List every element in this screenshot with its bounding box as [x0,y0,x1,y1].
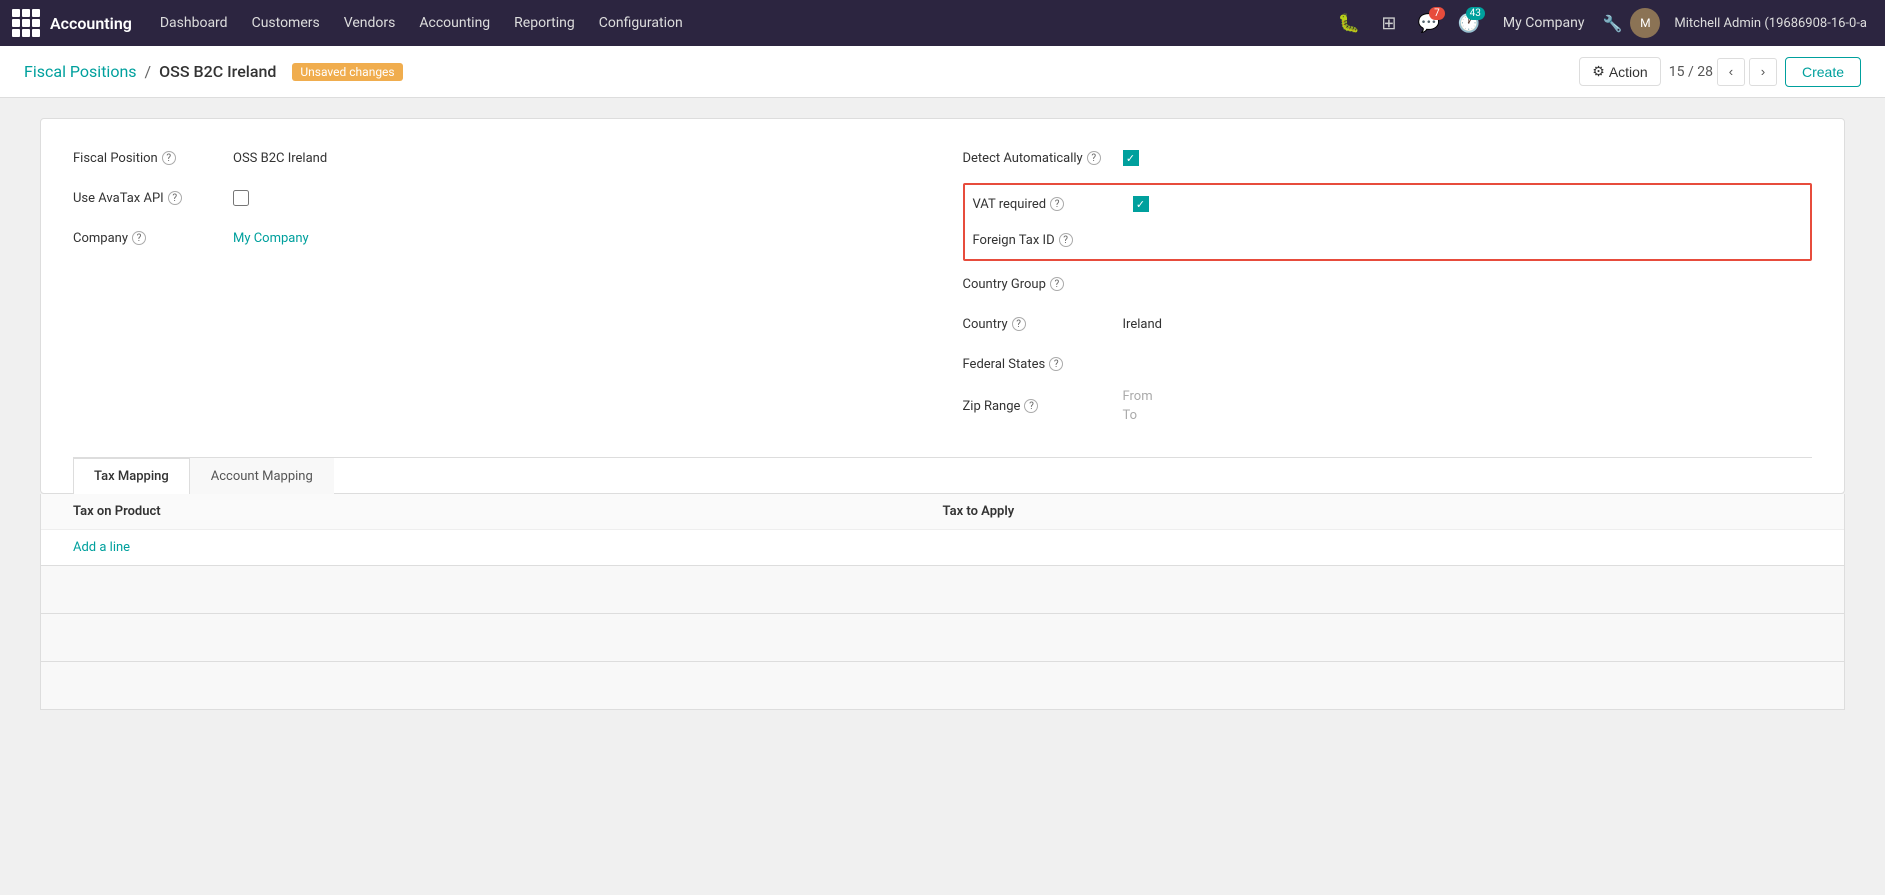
avatax-api-label: Use AvaTax API ? [73,191,233,206]
add-line-button[interactable]: Add a line [41,530,162,565]
gear-icon: ⚙ [1592,63,1605,80]
bottom-section-1 [40,566,1845,614]
detect-automatically-help-icon[interactable]: ? [1087,151,1101,165]
zip-range-label: Zip Range ? [963,399,1123,414]
vat-required-help-icon[interactable]: ? [1050,197,1064,211]
company-selector[interactable]: My Company [1493,15,1595,31]
country-label: Country ? [963,317,1123,332]
country-group-help-icon[interactable]: ? [1050,277,1064,291]
zip-to-value[interactable]: To [1123,408,1153,423]
company-row: Company ? My Company [73,223,923,253]
nav-right-actions: 🐛 ⊞ 💬 7 🕐 43 My Company 🔧 M Mitchell Adm… [1333,7,1873,39]
country-group-row: Country Group ? [963,269,1813,299]
zip-range-fields: From To [1123,389,1153,423]
table-header-tax-on-product: Tax on Product [73,504,943,519]
fiscal-position-row: Fiscal Position ? OSS B2C Ireland [73,143,923,173]
pager-prev-button[interactable]: ‹ [1717,58,1745,86]
nav-reporting[interactable]: Reporting [504,0,585,46]
chat-badge: 7 [1429,7,1445,20]
table-header-tax-to-apply: Tax to Apply [943,504,1813,519]
bug-icon-btn[interactable]: 🐛 [1333,7,1365,39]
breadcrumb-current: OSS B2C Ireland [159,62,276,81]
clock-badge: 43 [1466,7,1485,20]
form-card: Fiscal Position ? OSS B2C Ireland Use Av… [40,118,1845,494]
nav-accounting[interactable]: Accounting [409,0,500,46]
nav-configuration[interactable]: Configuration [589,0,693,46]
action-button[interactable]: ⚙ Action [1579,57,1660,86]
fiscal-position-label: Fiscal Position ? [73,151,233,166]
federal-states-label: Federal States ? [963,357,1123,372]
pager-next-button[interactable]: › [1749,58,1777,86]
vat-required-checkbox[interactable]: ✓ [1133,196,1149,212]
vat-required-row: VAT required ? ✓ [973,189,1803,219]
top-navigation: Accounting Dashboard Customers Vendors A… [0,0,1885,46]
app-name: Accounting [50,14,132,33]
foreign-tax-id-help-icon[interactable]: ? [1059,233,1073,247]
avatax-api-help-icon[interactable]: ? [168,191,182,205]
bottom-section-2 [40,614,1845,662]
country-row: Country ? Ireland [963,309,1813,339]
tab-tax-mapping[interactable]: Tax Mapping [73,458,190,494]
bottom-section-3 [40,662,1845,710]
form-body: Fiscal Position ? OSS B2C Ireland Use Av… [73,143,1812,449]
breadcrumb-separator: / [145,62,152,81]
foreign-tax-id-label: Foreign Tax ID ? [973,233,1133,248]
company-help-icon[interactable]: ? [132,231,146,245]
main-content: Fiscal Position ? OSS B2C Ireland Use Av… [0,98,1885,895]
create-button[interactable]: Create [1785,57,1861,87]
app-grid-icon[interactable] [12,9,40,37]
user-name[interactable]: Mitchell Admin (19686908-16-0-a [1668,16,1873,31]
federal-states-row: Federal States ? [963,349,1813,379]
fiscal-position-value: OSS B2C Ireland [233,151,327,166]
detect-automatically-label: Detect Automatically ? [963,151,1123,166]
tabs-row: Tax Mapping Account Mapping [73,457,1812,493]
form-right-column: Detect Automatically ? ✓ VAT required ? … [963,143,1813,433]
breadcrumb-actions: ⚙ Action 15 / 28 ‹ › Create [1579,57,1861,87]
vat-required-label: VAT required ? [973,197,1133,212]
detect-automatically-checkbox[interactable]: ✓ [1123,150,1139,166]
pager-info: 15 / 28 [1669,64,1713,80]
vat-foreign-highlight-box: VAT required ? ✓ Foreign Tax ID ? [963,183,1813,261]
company-value[interactable]: My Company [233,231,309,246]
zip-range-row: Zip Range ? From To [963,389,1813,423]
foreign-tax-id-row: Foreign Tax ID ? [973,225,1803,255]
breadcrumb-parent[interactable]: Fiscal Positions [24,62,137,81]
nav-dashboard[interactable]: Dashboard [150,0,238,46]
company-label: Company ? [73,231,233,246]
fiscal-position-help-icon[interactable]: ? [162,151,176,165]
zip-from-value[interactable]: From [1123,389,1153,404]
nav-customers[interactable]: Customers [242,0,330,46]
zip-range-help-icon[interactable]: ? [1024,399,1038,413]
nav-vendors[interactable]: Vendors [334,0,406,46]
avatax-api-row: Use AvaTax API ? [73,183,923,213]
avatax-api-checkbox[interactable] [233,190,249,206]
country-group-label: Country Group ? [963,277,1123,292]
pager: 15 / 28 ‹ › [1669,58,1777,86]
tab-account-mapping[interactable]: Account Mapping [190,458,334,494]
detect-automatically-row: Detect Automatically ? ✓ [963,143,1813,173]
breadcrumb-bar: Fiscal Positions / OSS B2C Ireland Unsav… [0,46,1885,98]
chat-icon-btn[interactable]: 💬 7 [1413,7,1445,39]
clock-icon-btn[interactable]: 🕐 43 [1453,7,1485,39]
country-value: Ireland [1123,317,1162,332]
form-left-column: Fiscal Position ? OSS B2C Ireland Use Av… [73,143,923,433]
avatar[interactable]: M [1630,8,1660,38]
federal-states-help-icon[interactable]: ? [1049,357,1063,371]
settings-icon[interactable]: 🔧 [1602,14,1622,33]
table-header-row: Tax on Product Tax to Apply [41,494,1844,530]
unsaved-badge: Unsaved changes [292,63,402,81]
table-section: Tax on Product Tax to Apply Add a line [40,494,1845,566]
country-help-icon[interactable]: ? [1012,317,1026,331]
grid-apps-icon-btn[interactable]: ⊞ [1373,7,1405,39]
